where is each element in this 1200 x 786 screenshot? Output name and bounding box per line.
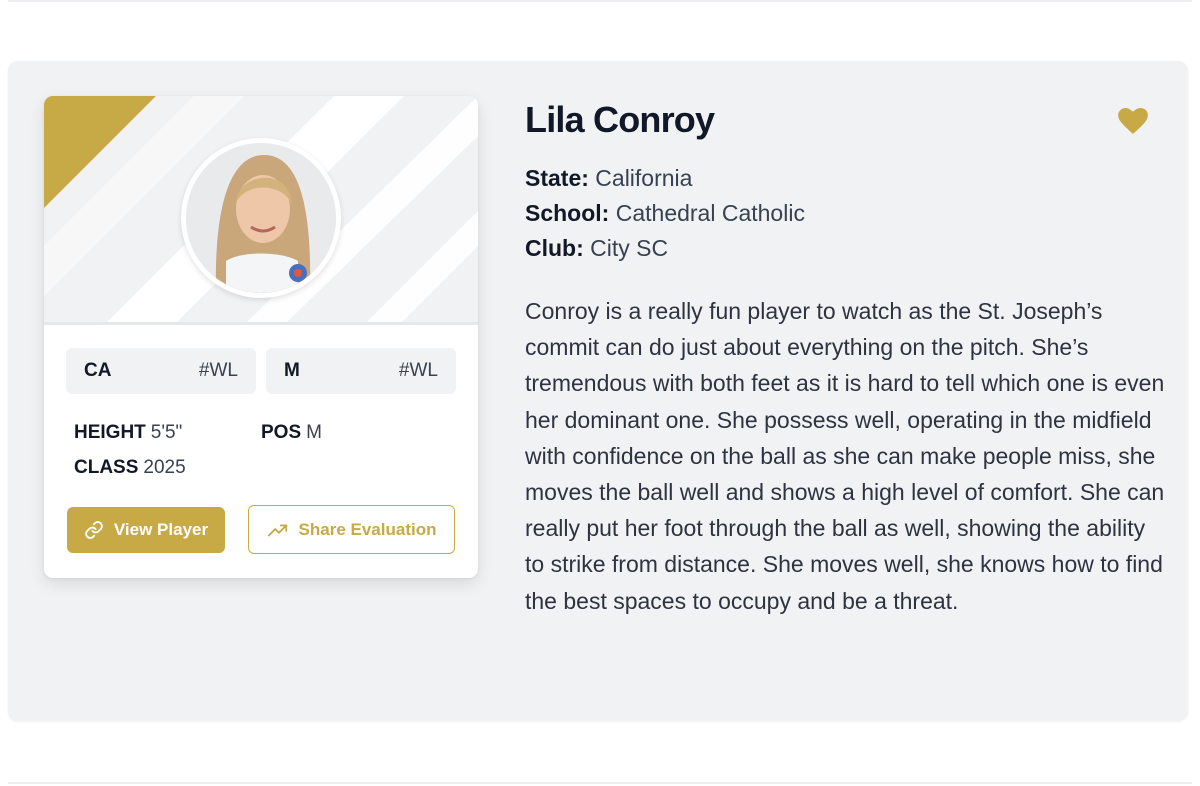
class-label: CLASS [74, 457, 139, 478]
position-rank: #WL [398, 360, 438, 381]
share-evaluation-label: Share Evaluation [298, 519, 437, 539]
state-line: State: California [525, 165, 692, 192]
card-banner [44, 96, 478, 325]
height-value: 5'5" [150, 422, 183, 443]
state-value: California [595, 165, 693, 191]
height-label: HEIGHT [74, 422, 146, 443]
club-value: City SC [590, 235, 669, 261]
school-label: School: [525, 200, 610, 226]
school-line: School: Cathedral Catholic [525, 200, 805, 227]
club-label: Club: [525, 235, 584, 261]
pos-stat: POS M [261, 422, 322, 444]
class-value: 2025 [143, 457, 186, 478]
club-line: Club: City SC [525, 235, 668, 262]
link-icon [85, 521, 103, 539]
player-avatar [186, 143, 336, 293]
class-stat: CLASS 2025 [74, 457, 186, 479]
player-card: CA #WL M #WL HEIGHT 5'5" POS M CLASS 2025 V… [44, 96, 478, 578]
player-name: Lila Conroy [525, 99, 715, 140]
trending-up-icon [267, 524, 287, 536]
player-evaluation-text: Conroy is a really fun player to watch a… [525, 298, 1165, 614]
state-rank: #WL [198, 360, 238, 381]
heart-icon[interactable] [1118, 108, 1148, 134]
share-evaluation-button[interactable]: Share Evaluation [248, 505, 455, 554]
height-stat: HEIGHT 5'5" [74, 422, 182, 444]
avatar-ring [181, 138, 341, 298]
position-code: M [284, 360, 300, 381]
bottom-divider [8, 782, 1192, 784]
pos-value: M [306, 422, 322, 443]
state-code: CA [84, 360, 112, 381]
state-label: State: [525, 165, 589, 191]
position-rank-tag: M #WL [266, 348, 456, 394]
view-player-label: View Player [113, 520, 209, 539]
top-divider [8, 0, 1192, 2]
view-player-button[interactable]: View Player [67, 507, 225, 553]
player-evaluation-panel: CA #WL M #WL HEIGHT 5'5" POS M CLASS 2025 V… [8, 61, 1188, 721]
pos-label: POS [261, 422, 302, 443]
school-value: Cathedral Catholic [615, 200, 805, 226]
state-rank-tag: CA #WL [66, 348, 256, 394]
